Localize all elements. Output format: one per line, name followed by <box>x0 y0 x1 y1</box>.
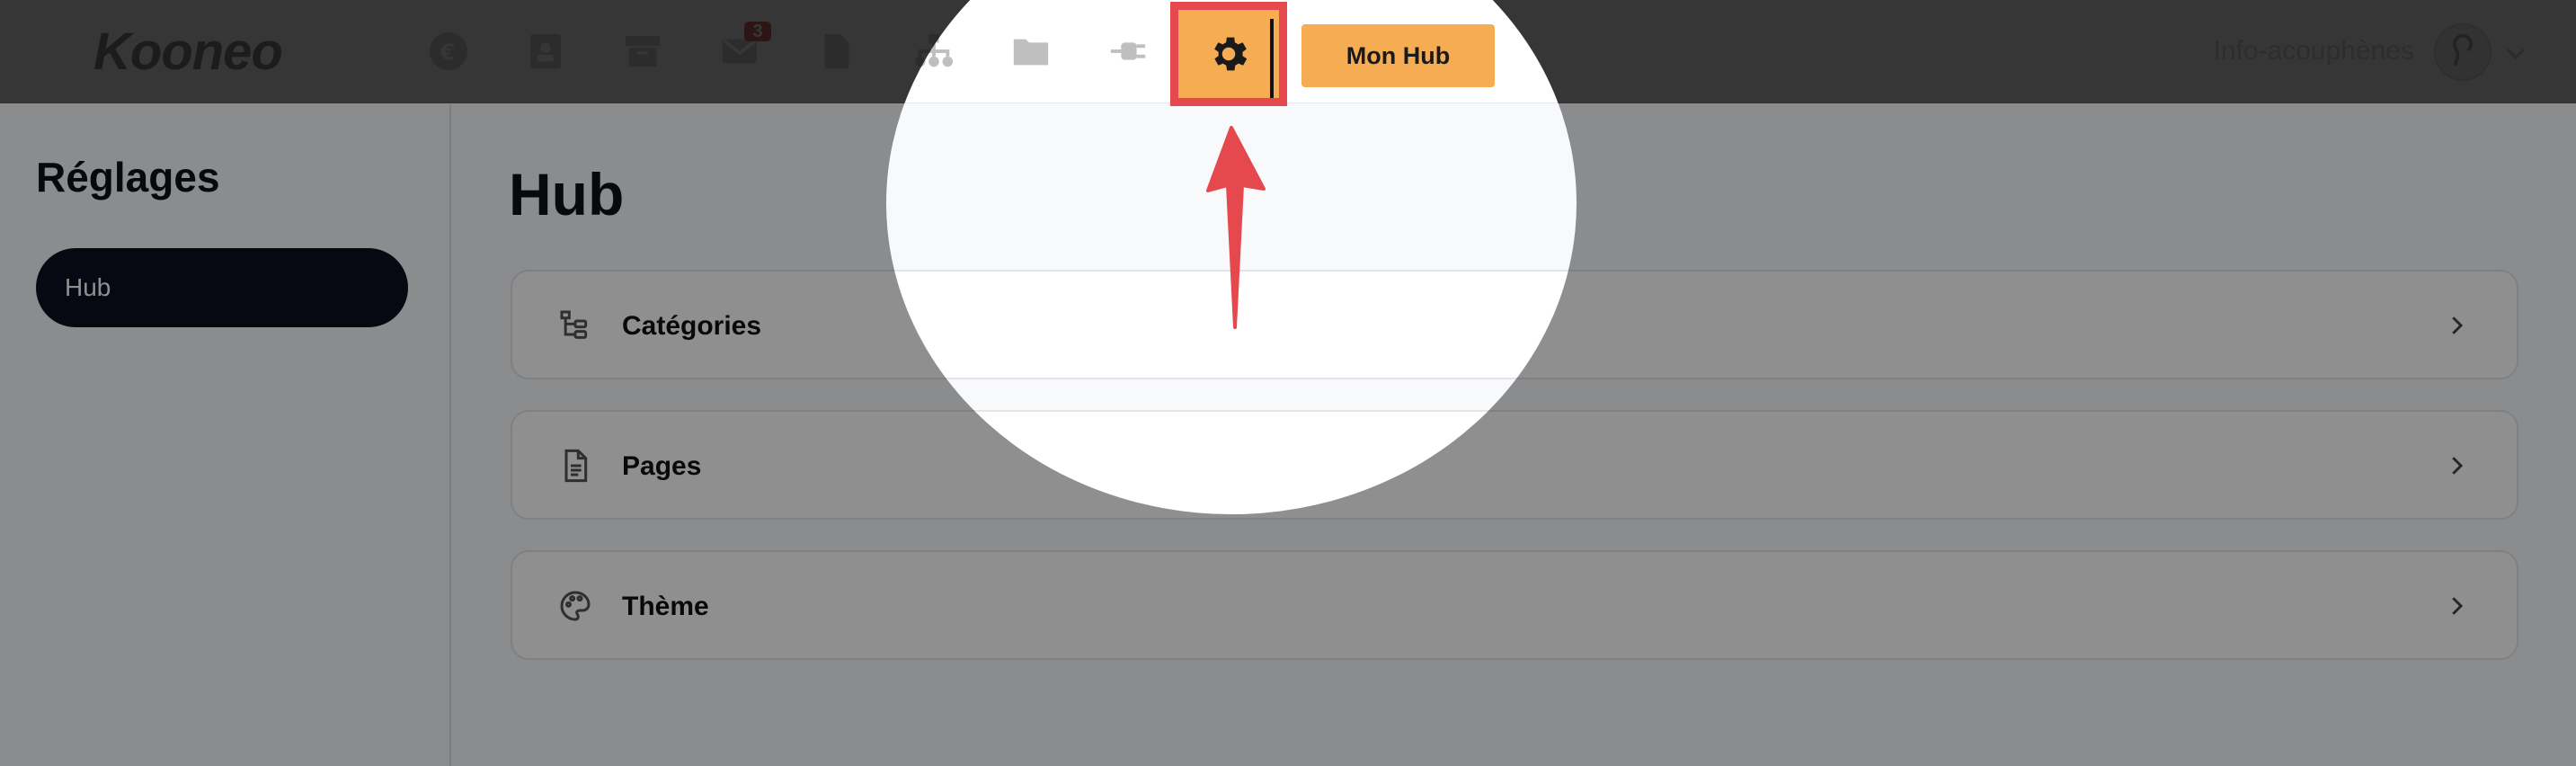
contacts-icon[interactable] <box>521 27 570 76</box>
chevron-right-icon <box>2443 592 2470 619</box>
page-title: Hub <box>509 161 625 227</box>
chevron-down-icon[interactable] <box>2502 40 2529 67</box>
top-navigation-bar: Kooneo € 3 Mon Hub Info-acouphènes <box>0 0 2576 106</box>
notification-badge: 3 <box>744 22 771 41</box>
cursor-caret <box>1270 19 1274 98</box>
sidebar: Réglages Hub <box>0 104 451 766</box>
kooneo-logo[interactable]: Kooneo <box>93 22 283 82</box>
categories-label: Catégories <box>622 311 762 341</box>
svg-text:€: € <box>439 40 455 66</box>
theme-row[interactable]: Thème <box>511 550 2518 660</box>
pages-label: Pages <box>622 451 702 481</box>
file-icon[interactable] <box>813 27 861 76</box>
pages-row[interactable]: Pages <box>511 410 2518 520</box>
chevron-right-icon <box>2443 452 2470 479</box>
settings-button[interactable] <box>1170 2 1287 106</box>
sidebar-item-hub[interactable]: Hub <box>36 248 408 327</box>
palette-icon <box>557 588 593 624</box>
mail-icon[interactable]: 3 <box>715 22 771 76</box>
categories-icon <box>557 307 593 343</box>
categories-row[interactable]: Catégories <box>511 270 2518 379</box>
box-icon[interactable] <box>618 27 667 76</box>
sitemap-icon[interactable] <box>910 27 958 76</box>
chevron-right-icon <box>2443 312 2470 339</box>
page-icon <box>557 448 593 484</box>
euro-icon[interactable]: € <box>424 27 473 76</box>
mon-hub-button[interactable]: Mon Hub <box>1301 24 1495 87</box>
app-window: { "header": { "logo": "Kooneo", "notific… <box>0 0 2576 766</box>
user-name[interactable]: Info-acouphènes <box>2213 36 2414 67</box>
sidebar-title: Réglages <box>36 154 220 200</box>
plug-icon[interactable] <box>1104 27 1152 76</box>
folder-icon[interactable] <box>1007 27 1055 76</box>
theme-label: Thème <box>622 592 709 621</box>
gear-icon <box>1214 37 1248 71</box>
avatar[interactable] <box>2434 23 2492 81</box>
